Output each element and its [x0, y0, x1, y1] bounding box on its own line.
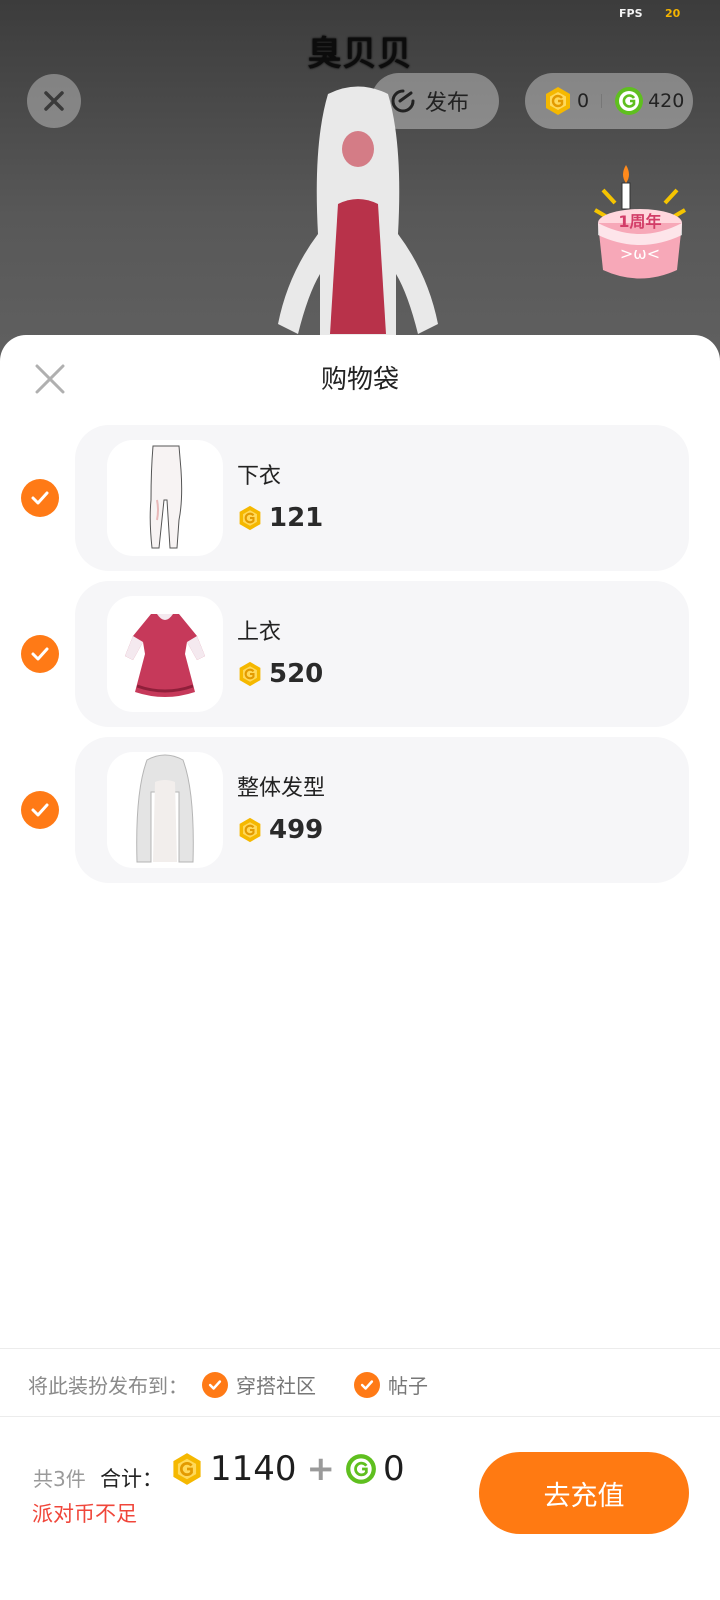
item-checkbox[interactable]	[21, 635, 59, 673]
check-icon	[202, 1371, 228, 1398]
check-icon	[31, 491, 49, 505]
gold-coin-value: 0	[577, 90, 590, 112]
item-price-value: 499	[269, 815, 324, 845]
gold-coin-icon	[546, 87, 570, 115]
divider	[0, 1416, 720, 1417]
dress-icon	[125, 614, 205, 697]
total-price: 1140 + 0	[170, 1449, 405, 1489]
green-coin-value: 420	[648, 90, 685, 112]
publish-option-post[interactable]: 帖子	[354, 1370, 428, 1399]
cart-item: 整体发型 499	[0, 737, 720, 883]
check-icon	[31, 803, 49, 817]
publish-option-community[interactable]: 穿搭社区	[202, 1370, 316, 1399]
fps-value: 20	[665, 7, 681, 20]
item-thumbnail	[107, 752, 223, 868]
leggings-icon	[149, 445, 183, 549]
recharge-button[interactable]: 去充值	[479, 1452, 689, 1534]
item-price: 499	[237, 815, 323, 845]
total-green-value: 0	[383, 1449, 405, 1489]
item-card[interactable]: 下衣 121	[75, 425, 689, 571]
item-checkbox[interactable]	[21, 479, 59, 517]
item-name: 下衣	[237, 464, 282, 489]
item-price-value: 121	[269, 503, 324, 533]
check-icon	[31, 647, 49, 661]
item-price-value: 520	[269, 659, 324, 689]
item-count: 共3件	[33, 1467, 86, 1491]
item-card[interactable]: 整体发型 499	[75, 737, 689, 883]
green-coin-icon	[615, 87, 644, 115]
avatar-figure	[278, 86, 438, 360]
item-price: 520	[237, 659, 323, 689]
check-icon	[354, 1371, 380, 1398]
hairstyle-icon	[136, 754, 194, 863]
gold-coin-icon	[239, 817, 261, 843]
item-thumbnail	[107, 596, 223, 712]
plus-sign: +	[306, 1449, 336, 1489]
item-name: 整体发型	[237, 776, 326, 801]
total-gold-value: 1140	[210, 1449, 297, 1489]
currency-divider	[601, 94, 603, 108]
publish-to-row: 将此装扮发布到： 穿搭社区 帖子	[28, 1370, 428, 1399]
total-label: 合计：	[100, 1467, 163, 1491]
anniversary-cake-icon[interactable]: 1周年 >ω<	[585, 155, 695, 295]
divider	[0, 1348, 720, 1349]
item-checkbox[interactable]	[21, 791, 59, 829]
green-coin-icon	[346, 1454, 376, 1484]
gold-coin-icon	[239, 661, 261, 687]
cart-item: 上衣 520	[0, 581, 720, 727]
gold-coin-icon	[239, 505, 261, 531]
player-name: 臭贝贝	[307, 34, 413, 74]
publish-option-label: 帖子	[388, 1374, 428, 1398]
close-scene-button[interactable]	[27, 74, 81, 128]
currency-balance[interactable]: 0 420	[525, 73, 693, 129]
fps-label: FPS	[619, 7, 643, 20]
close-icon	[44, 91, 64, 111]
sheet-title: 购物袋	[320, 365, 399, 395]
item-thumbnail	[107, 440, 223, 556]
cart-item: 下衣 121	[0, 425, 720, 571]
shopping-bag-sheet: 购物袋 下衣 121 上衣 520 整体发型 499 将此装扮发布到： 穿搭社区…	[0, 335, 720, 1600]
insufficient-coins-warning: 派对币不足	[32, 1502, 137, 1526]
item-name: 上衣	[237, 620, 282, 645]
svg-text:1周年: 1周年	[618, 212, 661, 231]
item-card[interactable]: 上衣 520	[75, 581, 689, 727]
game-scene: FPS 20 臭贝贝 发布 0 420 1周年 >ω<	[0, 0, 720, 360]
gold-coin-icon	[173, 1453, 201, 1485]
svg-text:>ω<: >ω<	[620, 244, 660, 263]
item-price: 121	[237, 503, 323, 533]
publish-option-label: 穿搭社区	[236, 1374, 316, 1398]
publish-to-label: 将此装扮发布到：	[28, 1374, 188, 1398]
